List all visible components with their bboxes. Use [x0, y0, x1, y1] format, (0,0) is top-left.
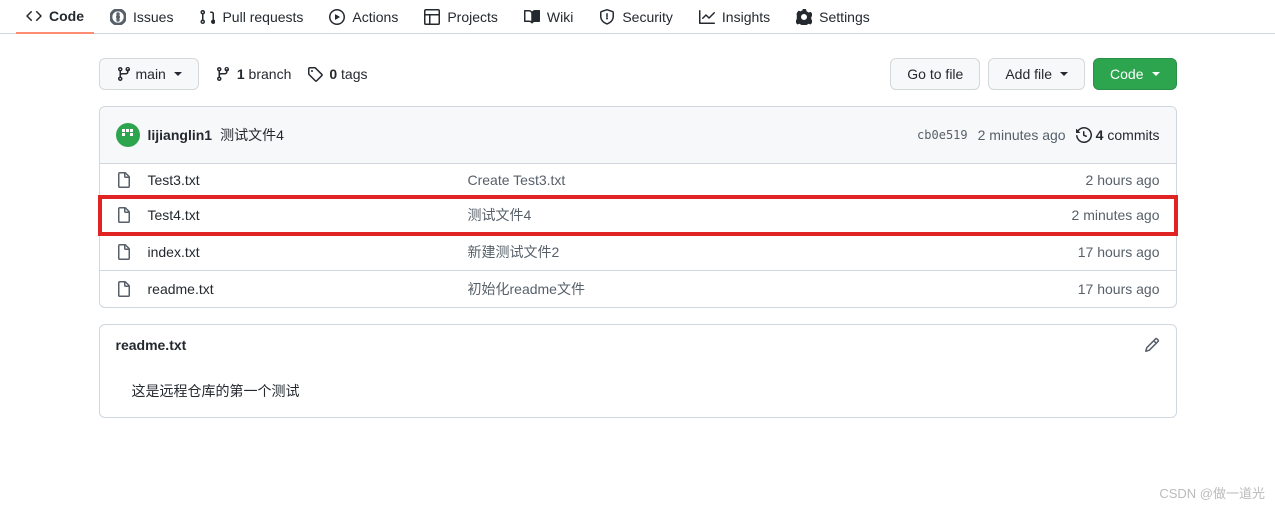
issue-icon — [110, 9, 126, 25]
pencil-icon[interactable] — [1144, 337, 1160, 353]
file-commit-message-link[interactable]: Create Test3.txt — [468, 172, 1086, 188]
git-branch-icon — [116, 66, 132, 82]
file-commit-message-link[interactable]: 初始化readme文件 — [468, 279, 1078, 299]
tab-settings[interactable]: Settings — [786, 0, 880, 34]
file-name-link[interactable]: Test4.txt — [148, 207, 468, 223]
toolbar-right: Go to file Add file Code — [890, 58, 1176, 90]
commits-link[interactable]: 4 commits — [1076, 127, 1160, 143]
play-icon — [329, 9, 345, 25]
file-name-link[interactable]: readme.txt — [148, 281, 468, 297]
git-branch-icon — [215, 66, 231, 82]
book-icon — [524, 9, 540, 25]
commit-author-link[interactable]: lijianglin1 — [148, 127, 213, 143]
branch-name: main — [136, 64, 166, 84]
branch-count: 1 — [237, 66, 245, 82]
tab-label: Pull requests — [222, 9, 303, 25]
tab-label: Issues — [133, 9, 173, 25]
goto-file-button[interactable]: Go to file — [890, 58, 980, 90]
commit-sha-link[interactable]: cb0e519 — [917, 128, 968, 142]
watermark: CSDN @做一道光 — [1159, 483, 1265, 502]
file-updated-time: 2 hours ago — [1086, 172, 1160, 188]
file-commit-message-link[interactable]: 新建测试文件2 — [468, 242, 1078, 262]
tab-security[interactable]: Security — [589, 0, 683, 34]
code-button[interactable]: Code — [1093, 58, 1176, 90]
tab-wiki[interactable]: Wiki — [514, 0, 583, 34]
shield-icon — [599, 9, 615, 25]
tag-count-label: tags — [341, 66, 367, 82]
tab-label: Insights — [722, 9, 770, 25]
toolbar: main 1 branch 0 tags Go to file Add file… — [99, 58, 1177, 90]
file-updated-time: 17 hours ago — [1078, 281, 1160, 297]
file-updated-time: 2 minutes ago — [1072, 207, 1160, 223]
file-rows: Test3.txtCreate Test3.txt2 hours agoTest… — [100, 164, 1176, 307]
file-row: Test4.txt测试文件42 minutes ago — [100, 197, 1176, 234]
caret-down-icon — [1152, 72, 1160, 76]
tab-label: Settings — [819, 9, 870, 25]
caret-down-icon — [174, 72, 182, 76]
file-row: index.txt新建测试文件217 hours ago — [100, 234, 1176, 271]
tab-pulls[interactable]: Pull requests — [189, 0, 313, 34]
tab-label: Projects — [447, 9, 498, 25]
tab-label: Actions — [352, 9, 398, 25]
latest-commit-header: lijianglin1 测试文件4 cb0e519 2 minutes ago … — [100, 107, 1176, 164]
file-row: Test3.txtCreate Test3.txt2 hours ago — [100, 164, 1176, 197]
gear-icon — [796, 9, 812, 25]
file-icon — [116, 281, 132, 297]
tab-issues[interactable]: Issues — [100, 0, 183, 34]
file-icon — [116, 244, 132, 260]
file-row: readme.txt初始化readme文件17 hours ago — [100, 271, 1176, 307]
repo-tabs: Code Issues Pull requests Actions Projec… — [0, 0, 1275, 34]
tag-icon — [307, 66, 323, 82]
file-icon — [116, 207, 132, 223]
file-updated-time: 17 hours ago — [1078, 244, 1160, 260]
caret-down-icon — [1060, 72, 1068, 76]
readme-box: readme.txt 这是远程仓库的第一个测试 — [99, 324, 1177, 418]
code-icon — [26, 8, 42, 24]
commit-count-label: commits — [1107, 127, 1159, 143]
tab-label: Code — [49, 8, 84, 24]
tag-count: 0 — [329, 66, 337, 82]
branch-switcher-button[interactable]: main — [99, 58, 199, 90]
table-icon — [424, 9, 440, 25]
tab-code[interactable]: Code — [16, 0, 94, 34]
readme-body: 这是远程仓库的第一个测试 — [100, 365, 1176, 417]
history-icon — [1076, 127, 1092, 143]
commit-count: 4 — [1096, 127, 1104, 143]
commit-message-link[interactable]: 测试文件4 — [220, 125, 284, 145]
avatar[interactable] — [116, 123, 140, 147]
readme-header: readme.txt — [100, 325, 1176, 365]
branches-link[interactable]: 1 branch — [215, 66, 292, 82]
repo-container: main 1 branch 0 tags Go to file Add file… — [83, 34, 1193, 418]
tab-projects[interactable]: Projects — [414, 0, 508, 34]
tab-label: Security — [622, 9, 673, 25]
add-file-button[interactable]: Add file — [988, 58, 1085, 90]
file-listing-box: lijianglin1 测试文件4 cb0e519 2 minutes ago … — [99, 106, 1177, 308]
identicon-icon — [120, 127, 136, 143]
tags-link[interactable]: 0 tags — [307, 66, 367, 82]
file-commit-message-link[interactable]: 测试文件4 — [468, 205, 1072, 225]
commit-time[interactable]: 2 minutes ago — [978, 127, 1066, 143]
readme-title: readme.txt — [116, 337, 187, 353]
latest-commit-info: lijianglin1 测试文件4 — [116, 123, 284, 147]
git-pull-request-icon — [199, 9, 215, 25]
file-icon — [116, 172, 132, 188]
tab-insights[interactable]: Insights — [689, 0, 780, 34]
branch-count-label: branch — [249, 66, 292, 82]
file-name-link[interactable]: Test3.txt — [148, 172, 468, 188]
graph-icon — [699, 9, 715, 25]
file-name-link[interactable]: index.txt — [148, 244, 468, 260]
latest-commit-meta: cb0e519 2 minutes ago 4 commits — [917, 127, 1159, 143]
toolbar-left: main 1 branch 0 tags — [99, 58, 368, 90]
tab-actions[interactable]: Actions — [319, 0, 408, 34]
tab-label: Wiki — [547, 9, 573, 25]
